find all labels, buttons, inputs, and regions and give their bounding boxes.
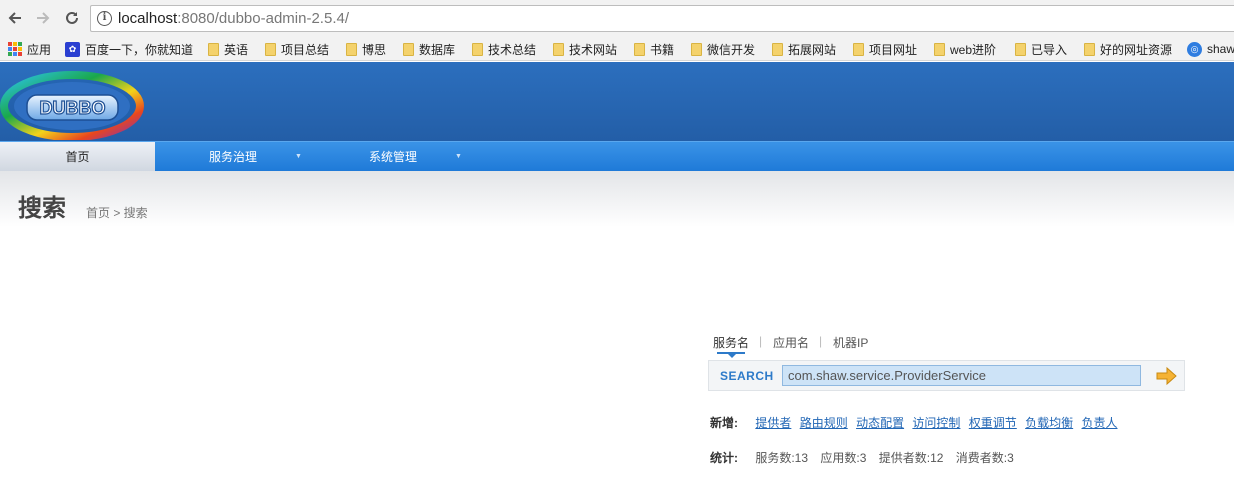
stats-label: 统计: [710, 451, 738, 465]
add-label: 新增: [710, 416, 738, 430]
folder-icon [1015, 42, 1026, 56]
arrow-left-icon [8, 12, 21, 24]
bookmark-label: 好的网址资源 [1100, 42, 1173, 57]
bookmark-label: 已导入 [1031, 42, 1068, 57]
bookmark-folder-database[interactable]: 数据库 [403, 40, 455, 58]
add-access-control-link[interactable]: 访问控制 [912, 416, 960, 430]
add-weight-link[interactable]: 权重调节 [969, 416, 1017, 430]
bookmark-label: 书籍 [650, 42, 675, 57]
bookmark-folder-web-advanced[interactable]: web进阶 [934, 40, 996, 58]
bookmark-baidu[interactable]: ✿ 百度一下，你就知道 [65, 40, 193, 58]
browser-toolbar: i localhost:8080/dubbo-admin-2.5.4/ [0, 0, 1234, 37]
bookmark-label: 博思 [362, 42, 387, 57]
bookmark-label: shaw [1207, 42, 1234, 56]
tab-app-name[interactable]: 应用名 [773, 334, 809, 351]
stats-row: 统计: 服务数:13 应用数:3 提供者数:12 消费者数:3 [710, 449, 1023, 466]
folder-icon [1084, 42, 1095, 56]
menu-label: 服务治理 [209, 150, 258, 164]
search-label: SEARCH [720, 369, 774, 383]
back-button[interactable] [5, 8, 25, 28]
app-header: DUBBO [0, 62, 1234, 141]
add-load-balance-link[interactable]: 负载均衡 [1025, 416, 1073, 430]
stat-consumers: 消费者数:3 [955, 451, 1014, 465]
bookmark-label: 技术网站 [569, 42, 618, 57]
dropdown-arrow-icon: ▼ [295, 153, 302, 160]
menu-label: 系统管理 [369, 150, 418, 164]
bookmark-label: 技术总结 [488, 42, 537, 57]
globe-icon: ◎ [1187, 41, 1202, 57]
apps-grid-icon [8, 42, 22, 56]
folder-icon [346, 42, 357, 56]
search-input[interactable] [782, 365, 1141, 386]
bookmark-label: 百度一下，你就知道 [85, 42, 194, 57]
page-header: 搜索 首页 > 搜索 [0, 171, 1234, 227]
add-owner-link[interactable]: 负责人 [1082, 416, 1118, 430]
bookmark-label: web进阶 [950, 42, 997, 57]
logo-text: DUBBO [40, 98, 106, 118]
bookmark-label: 应用 [27, 42, 52, 57]
bookmark-label: 数据库 [419, 42, 456, 57]
bookmark-folder-tech-summary[interactable]: 技术总结 [472, 40, 536, 58]
folder-icon [208, 42, 219, 56]
bookmark-folder-imported[interactable]: 已导入 [1015, 40, 1067, 58]
add-dynamic-config-link[interactable]: 动态配置 [856, 416, 904, 430]
folder-icon [403, 42, 414, 56]
bookmark-label: 英语 [224, 42, 249, 57]
bookmark-folder-bosi[interactable]: 博思 [346, 40, 386, 58]
bookmark-folder-tech-sites[interactable]: 技术网站 [553, 40, 617, 58]
reload-button[interactable] [62, 8, 82, 28]
bookmark-label: 拓展网站 [788, 42, 837, 57]
folder-icon [265, 42, 276, 56]
main-menu: 首页 服务治理 ▼ 系统管理 ▼ [0, 141, 1234, 172]
bookmark-label: 微信开发 [707, 42, 756, 57]
reload-icon [66, 11, 78, 24]
tab-separator: | [819, 334, 823, 348]
bookmark-shaw[interactable]: ◎ shaw [1187, 40, 1234, 58]
search-box: SEARCH [708, 360, 1185, 391]
menu-item-service-governance[interactable]: 服务治理 ▼ [155, 142, 315, 172]
folder-icon [691, 42, 702, 56]
url-text: localhost:8080/dubbo-admin-2.5.4/ [118, 10, 349, 27]
bookmark-label: 项目网址 [869, 42, 918, 57]
tab-machine-ip[interactable]: 机器IP [833, 334, 868, 351]
bookmark-folder-good-resources[interactable]: 好的网址资源 [1084, 40, 1172, 58]
bookmark-apps[interactable]: 应用 [8, 40, 51, 58]
bookmark-label: 项目总结 [281, 42, 330, 57]
info-icon[interactable]: i [97, 11, 112, 26]
arrow-right-icon [37, 12, 50, 24]
folder-icon [472, 42, 483, 56]
bookmark-folder-english[interactable]: 英语 [208, 40, 248, 58]
dropdown-arrow-icon: ▼ [455, 153, 462, 160]
bookmark-folder-wechat-dev[interactable]: 微信开发 [691, 40, 755, 58]
search-submit-arrow-icon[interactable] [1155, 366, 1177, 386]
address-bar[interactable]: i localhost:8080/dubbo-admin-2.5.4/ [90, 5, 1234, 32]
tab-service-name[interactable]: 服务名 [713, 334, 749, 351]
page-title: 搜索 [18, 195, 66, 222]
folder-icon [772, 42, 783, 56]
bookmarks-bar: 应用 ✿ 百度一下，你就知道 英语 项目总结 博思 数据库 技术总结 技术网站 书… [0, 37, 1234, 61]
active-tab-caret-icon [728, 354, 736, 358]
folder-icon [934, 42, 945, 56]
menu-item-system-management[interactable]: 系统管理 ▼ [315, 142, 475, 172]
breadcrumb[interactable]: 首页 > 搜索 [86, 204, 148, 221]
folder-icon [553, 42, 564, 56]
forward-button[interactable] [33, 8, 53, 28]
add-route-rule-link[interactable]: 路由规则 [800, 416, 848, 430]
baidu-paw-icon: ✿ [65, 41, 80, 57]
add-links-row: 新增: 提供者 路由规则 动态配置 访问控制 权重调节 负载均衡 负责人 [710, 414, 1123, 431]
stat-providers: 提供者数:12 [878, 451, 944, 465]
menu-label: 首页 [65, 150, 90, 164]
bookmark-folder-project-urls[interactable]: 项目网址 [853, 40, 917, 58]
bookmark-folder-project-summary[interactable]: 项目总结 [265, 40, 329, 58]
stat-apps: 应用数:3 [820, 451, 867, 465]
add-provider-link[interactable]: 提供者 [755, 416, 791, 430]
folder-icon [853, 42, 864, 56]
bookmark-folder-books[interactable]: 书籍 [634, 40, 674, 58]
folder-icon [634, 42, 645, 56]
bookmark-folder-expand-sites[interactable]: 拓展网站 [772, 40, 836, 58]
dubbo-logo[interactable]: DUBBO [0, 68, 145, 140]
menu-item-home[interactable]: 首页 [0, 142, 155, 172]
tab-separator: | [759, 334, 763, 348]
stat-services: 服务数:13 [755, 451, 809, 465]
